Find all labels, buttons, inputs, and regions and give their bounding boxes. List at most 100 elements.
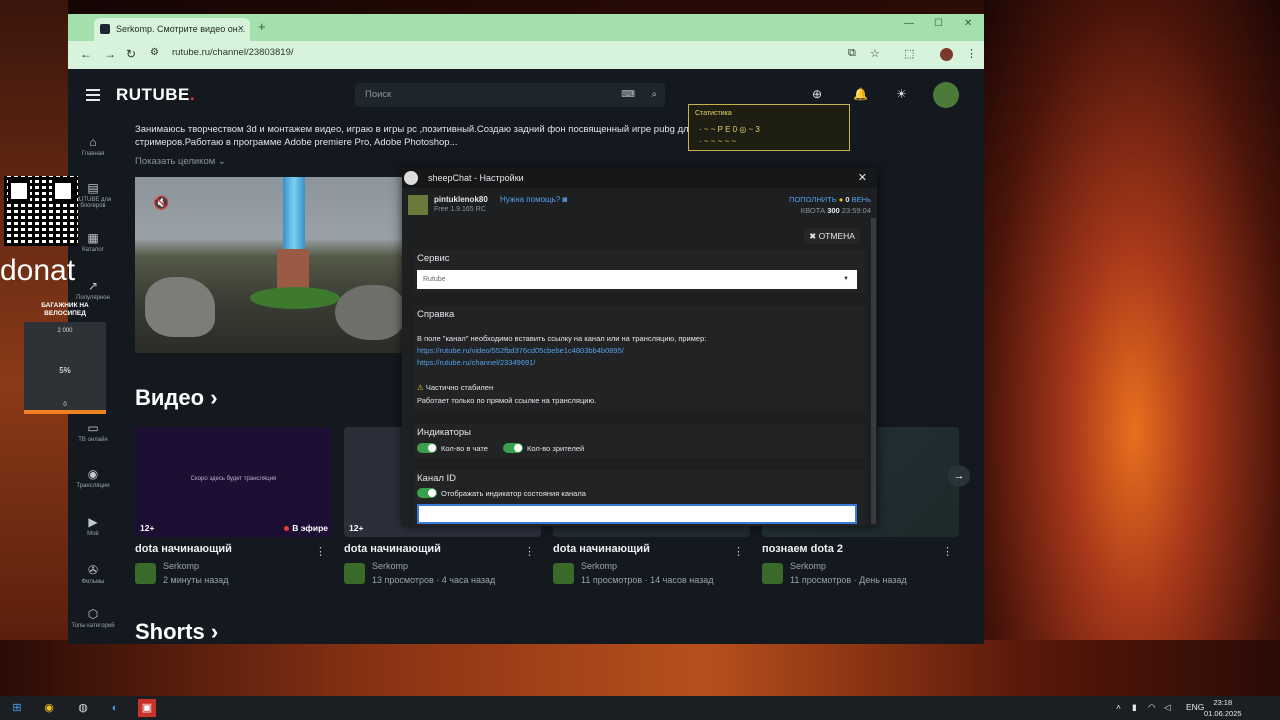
background-left bbox=[0, 0, 68, 640]
rock bbox=[145, 277, 215, 337]
more-options-icon[interactable]: ⋮ bbox=[315, 545, 326, 558]
channel-panel: Канал ID Отображать индикатор состояния … bbox=[413, 470, 865, 526]
example-link[interactable]: https://rutube.ru/channel/23349691/ bbox=[417, 358, 535, 367]
app-icon[interactable]: ◐ bbox=[106, 699, 124, 717]
sidebar-item-popular[interactable]: ↗ Популярное bbox=[68, 279, 118, 301]
dialog-scrollbar[interactable] bbox=[871, 218, 876, 524]
sidebar-item-broadcasts[interactable]: ◉ Трансляции bbox=[68, 467, 118, 489]
help-link[interactable]: Нужна помощь? ◙ bbox=[500, 195, 567, 204]
sidebar-item-my[interactable]: ▶ Моё bbox=[68, 515, 118, 537]
cancel-label: ОТМЕНА bbox=[818, 231, 855, 241]
shorts-section-title[interactable]: Shorts › bbox=[135, 619, 218, 644]
chevron-down-icon: ⌄ bbox=[217, 156, 226, 167]
channel-avatar[interactable] bbox=[344, 563, 365, 584]
close-window-icon[interactable]: ✕ bbox=[964, 18, 972, 29]
viewers-count-toggle[interactable] bbox=[503, 443, 523, 453]
upload-icon[interactable]: ⊕ bbox=[812, 87, 822, 101]
channel-id-input[interactable] bbox=[417, 504, 857, 524]
sidebar-item-films[interactable]: ✇ Фильмы bbox=[68, 563, 118, 585]
search-input[interactable]: Поиск ⌨ ⌕ bbox=[355, 83, 665, 107]
channel-avatar[interactable] bbox=[762, 563, 783, 584]
video-title[interactable]: dota начинающий bbox=[553, 543, 750, 555]
hero-video[interactable]: 🔇 bbox=[135, 177, 405, 353]
extensions-icon[interactable]: ⬚ bbox=[904, 47, 914, 60]
channel-name[interactable]: Serkomp bbox=[372, 561, 408, 571]
balance-value: 0 bbox=[845, 195, 850, 204]
stats-line: · ~ ~ P E 0 ◎ ~ 3 bbox=[699, 125, 760, 134]
help-text: В поле "канал" необходимо вставить ссылк… bbox=[417, 334, 707, 343]
channel-avatar[interactable] bbox=[135, 563, 156, 584]
sidebar-item-home[interactable]: ⌂ Главная bbox=[68, 135, 118, 157]
service-select[interactable]: Rutube ▼ bbox=[417, 270, 857, 289]
reload-icon[interactable]: ↻ bbox=[126, 47, 136, 61]
search-icon[interactable]: ⌕ bbox=[652, 83, 657, 107]
age-badge: 12+ bbox=[140, 523, 155, 533]
video-card[interactable]: Скоро здесь будет трансляция 12+ В эфире… bbox=[135, 427, 332, 587]
forward-icon[interactable]: → bbox=[104, 47, 116, 61]
sidebar-item-tops[interactable]: ⬡ Топы категорий bbox=[68, 607, 118, 629]
chrome-icon[interactable]: ◉ bbox=[40, 699, 58, 717]
bookmark-star-icon[interactable]: ☆ bbox=[870, 47, 880, 60]
sidebar-label: Каталог bbox=[82, 247, 104, 253]
donat-label: donat bbox=[0, 254, 76, 287]
minimize-icon[interactable]: — bbox=[904, 18, 914, 29]
system-clock[interactable]: 23:18 01.06.2025 bbox=[1204, 697, 1242, 719]
windows-start-icon[interactable]: ⊞ bbox=[8, 699, 26, 717]
topup-link[interactable]: ПОПОЛНИТЬ bbox=[789, 195, 837, 204]
url-field[interactable]: rutube.ru/channel/23803819/ bbox=[172, 47, 294, 58]
wifi-icon[interactable]: ◠ bbox=[1148, 702, 1155, 713]
video-meta: Serkomp 11 просмотров · 14 часов назад bbox=[553, 561, 750, 587]
notifications-icon[interactable]: 🔔 bbox=[853, 87, 868, 101]
age-badge: 12+ bbox=[349, 523, 364, 533]
more-options-icon[interactable]: ⋮ bbox=[942, 545, 953, 558]
close-tab-icon[interactable]: × bbox=[238, 18, 244, 41]
balance-row[interactable]: ПОПОЛНИТЬ ● 0 ВЕНь bbox=[789, 195, 871, 204]
cancel-button[interactable]: ✖ ОТМЕНА bbox=[804, 228, 860, 244]
popular-icon: ↗ bbox=[87, 279, 99, 293]
new-tab-icon[interactable]: + bbox=[258, 19, 266, 34]
menu-icon[interactable] bbox=[86, 89, 100, 101]
show-all-link[interactable]: Показать целиком ⌄ bbox=[135, 156, 226, 167]
sidebar-item-tv[interactable]: ▭ ТВ онлайн bbox=[68, 421, 118, 443]
chat-count-toggle[interactable] bbox=[417, 443, 437, 453]
home-icon: ⌂ bbox=[89, 135, 97, 149]
video-info: 13 просмотров · 4 часа назад bbox=[372, 575, 496, 585]
user-avatar[interactable] bbox=[933, 82, 959, 108]
language-indicator[interactable]: ENG bbox=[1186, 702, 1204, 712]
tab-title: Serkomp. Смотрите видео он... bbox=[116, 24, 246, 34]
adobe-icon[interactable]: ▣ bbox=[138, 699, 156, 717]
videos-section-title[interactable]: Видео › bbox=[135, 385, 218, 411]
mute-icon[interactable]: 🔇 bbox=[153, 195, 169, 211]
channel-name[interactable]: Serkomp bbox=[163, 561, 199, 571]
example-link[interactable]: https://rutube.ru/video/552fbd376cd05cbe… bbox=[417, 346, 624, 355]
volume-icon[interactable]: ◁ bbox=[1164, 702, 1171, 713]
browser-menu-icon[interactable]: ⋮ bbox=[966, 47, 977, 60]
video-thumbnail[interactable]: Скоро здесь будет трансляция 12+ В эфире bbox=[135, 427, 332, 537]
sidebar-label: RUTUBE для блогеров bbox=[74, 197, 112, 209]
rutube-logo[interactable]: RUTUBE. bbox=[116, 85, 195, 105]
site-info-icon[interactable]: ⚙ bbox=[150, 47, 159, 58]
back-icon[interactable]: ← bbox=[80, 47, 92, 61]
profile-avatar[interactable] bbox=[940, 48, 953, 61]
maximize-icon[interactable]: ☐ bbox=[934, 18, 943, 29]
video-title[interactable]: dota начинающий bbox=[135, 543, 332, 555]
goal-progress-bar bbox=[24, 410, 106, 414]
more-options-icon[interactable]: ⋮ bbox=[733, 545, 744, 558]
channel-status-toggle[interactable] bbox=[417, 488, 437, 498]
channel-name[interactable]: Serkomp bbox=[790, 561, 826, 571]
theme-sun-icon[interactable]: ☀ bbox=[896, 87, 907, 101]
more-options-icon[interactable]: ⋮ bbox=[524, 545, 535, 558]
channel-avatar[interactable] bbox=[553, 563, 574, 584]
browser-tab[interactable]: Serkomp. Смотрите видео он... × bbox=[94, 18, 250, 41]
tray-up-icon[interactable]: ˄ bbox=[1116, 702, 1121, 712]
video-title[interactable]: познаем dota 2 bbox=[762, 543, 959, 555]
obs-icon[interactable]: ◍ bbox=[74, 699, 92, 717]
keyboard-icon[interactable]: ⌨ bbox=[621, 83, 635, 107]
carousel-next-button[interactable]: → bbox=[948, 465, 970, 487]
background-fire bbox=[984, 0, 1280, 640]
channel-name[interactable]: Serkomp bbox=[581, 561, 617, 571]
stats-widget: Статистика · ~ ~ P E 0 ◎ ~ 3 · ~ ~ ~ ~ ~ bbox=[688, 104, 850, 151]
close-icon[interactable]: ✕ bbox=[858, 171, 867, 184]
video-title[interactable]: dota начинающий bbox=[344, 543, 541, 555]
install-icon[interactable]: ⧉ bbox=[848, 47, 856, 60]
